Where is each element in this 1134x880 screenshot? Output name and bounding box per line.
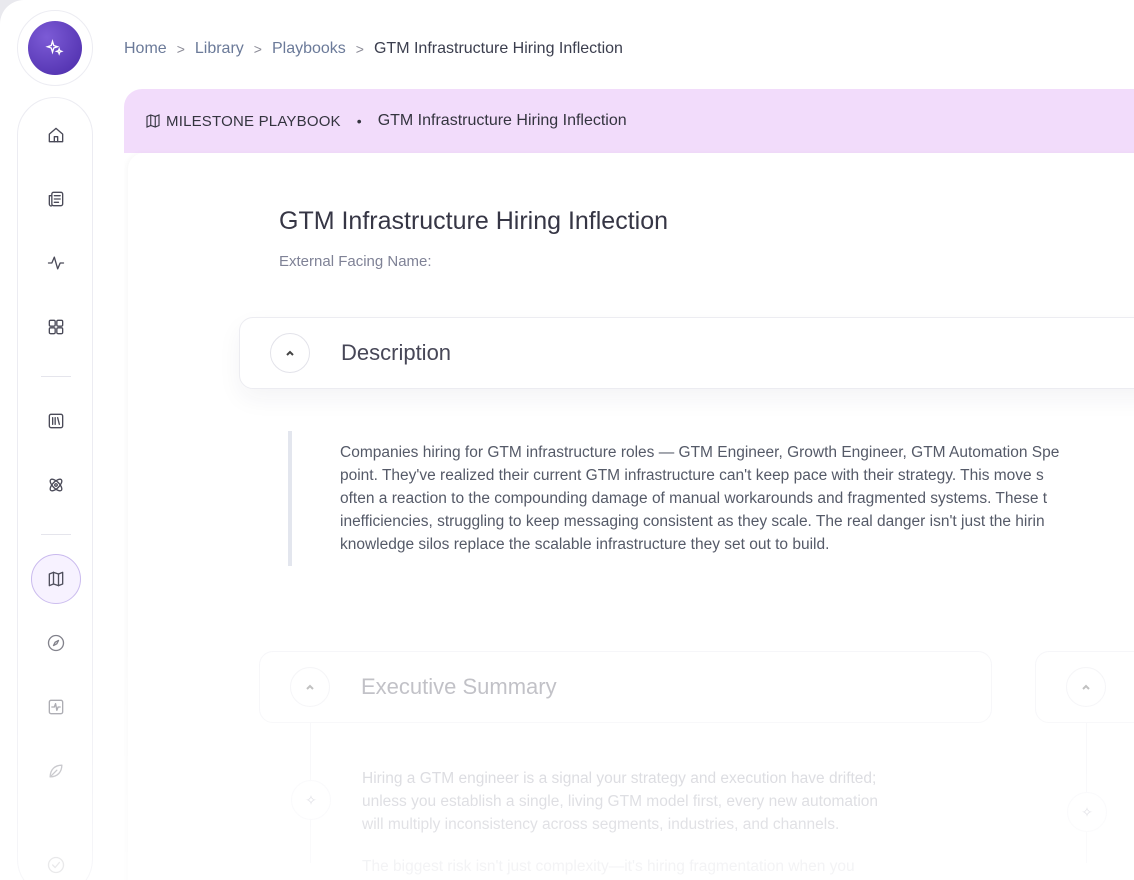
breadcrumb-separator: >: [253, 41, 262, 57]
breadcrumb-library[interactable]: Library: [195, 40, 244, 58]
breadcrumb: Home > Library > Playbooks > GTM Infrast…: [124, 38, 623, 60]
pulse-icon[interactable]: [31, 682, 81, 732]
executive-summary-section-header[interactable]: Executive Summary: [259, 651, 992, 723]
sparkle-icon: ✧: [291, 780, 331, 820]
card-header: MILESTONE PLAYBOOK • GTM Infrastructure …: [124, 89, 1134, 153]
breadcrumb-separator: >: [355, 41, 364, 57]
compass-icon[interactable]: [31, 618, 81, 668]
activity-icon[interactable]: [31, 238, 81, 288]
description-line: inefficiencies, struggling to keep messa…: [340, 513, 1045, 530]
sidebar-nav: [17, 97, 93, 880]
home-icon[interactable]: [31, 110, 81, 160]
collapse-chevron-icon[interactable]: [290, 667, 330, 707]
map-icon[interactable]: [31, 554, 81, 604]
newspaper-icon[interactable]: [31, 174, 81, 224]
app-window: Home > Library > Playbooks > GTM Infrast…: [0, 0, 1134, 880]
breadcrumb-playbooks[interactable]: Playbooks: [272, 40, 346, 58]
collapse-chevron-icon[interactable]: [270, 333, 310, 373]
sparkle-icon: [28, 21, 82, 75]
atom-icon[interactable]: [31, 460, 81, 510]
sidebar-divider: [41, 534, 71, 535]
description-body: Companies hiring for GTM infrastructure …: [288, 431, 1134, 566]
executive-summary-trailing-line: The biggest risk isn't just complexity—i…: [362, 858, 855, 875]
description-line: point. They've realized their current GT…: [340, 467, 1044, 484]
executive-summary-heading: Executive Summary: [361, 674, 557, 699]
playbook-type-label: MILESTONE PLAYBOOK: [166, 112, 341, 130]
description-line: knowledge silos replace the scalable inf…: [340, 536, 830, 553]
executive-summary-line: unless you establish a single, living GT…: [362, 793, 879, 810]
collapse-chevron-icon[interactable]: [1066, 667, 1106, 707]
description-heading: Description: [341, 340, 452, 365]
breadcrumb-home[interactable]: Home: [124, 40, 167, 58]
executive-summary-text: Hiring a GTM engineer is a signal your s…: [362, 767, 962, 836]
sidebar-divider: [41, 376, 71, 377]
sparkle-icon: ✧: [1067, 792, 1107, 832]
app-logo[interactable]: [17, 10, 93, 86]
check-circle-icon[interactable]: [31, 840, 81, 880]
playbook-card: MILESTONE PLAYBOOK • GTM Infrastructure …: [124, 89, 1134, 880]
description-line: Companies hiring for GTM infrastructure …: [340, 444, 1060, 461]
leaf-icon[interactable]: [31, 746, 81, 796]
executive-summary-line: will multiply inconsistency across segme…: [362, 816, 840, 833]
header-dot: •: [356, 113, 362, 129]
card-header-title: GTM Infrastructure Hiring Inflection: [377, 112, 627, 129]
page-title: GTM Infrastructure Hiring Inflection: [279, 207, 669, 235]
breadcrumb-separator: >: [176, 41, 185, 57]
library-icon[interactable]: [31, 396, 81, 446]
description-section-header[interactable]: Description: [239, 317, 1134, 389]
secondary-section-header[interactable]: [1035, 651, 1134, 723]
executive-summary-line: Hiring a GTM engineer is a signal your s…: [362, 770, 877, 787]
external-facing-name-label: External Facing Name:: [279, 253, 432, 270]
breadcrumb-current: GTM Infrastructure Hiring Inflection: [373, 40, 623, 57]
map-icon: [146, 114, 160, 128]
grid-icon[interactable]: [31, 302, 81, 352]
description-line: often a reaction to the compounding dama…: [340, 490, 1048, 507]
